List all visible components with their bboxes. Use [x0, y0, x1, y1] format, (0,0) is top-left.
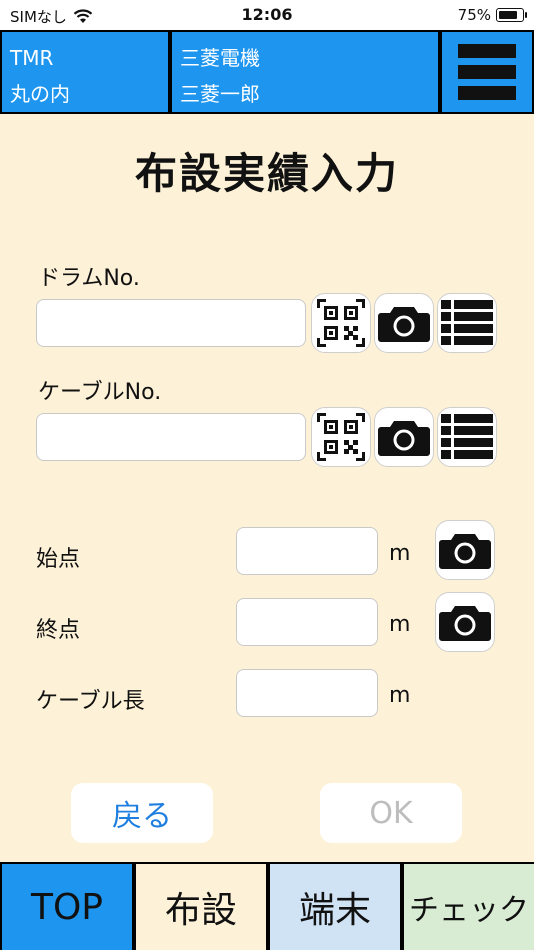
cable-camera-button[interactable] [374, 407, 434, 467]
end-unit: m [389, 612, 411, 637]
page-title: 布設実績入力 [134, 149, 399, 198]
drum-qr-button[interactable] [311, 293, 371, 353]
clock: 12:06 [241, 5, 293, 24]
tab-top[interactable]: TOP [2, 864, 132, 950]
cable-length-label: ケーブル長 [36, 689, 145, 714]
end-point-input[interactable] [236, 598, 378, 646]
tab-laying[interactable]: 布設 [136, 864, 266, 950]
start-point-input[interactable] [236, 527, 378, 575]
drum-camera-button[interactable] [374, 293, 434, 353]
cable-label: ケーブルNo. [38, 380, 162, 405]
qr-code-icon [317, 299, 365, 347]
camera-icon [378, 307, 430, 342]
hamburger-icon-bar [458, 86, 516, 100]
drum-number-input[interactable] [36, 299, 306, 347]
ok-button[interactable]: OK [320, 783, 462, 843]
drum-list-button[interactable] [437, 293, 497, 353]
hamburger-icon-bar [458, 65, 516, 79]
tab-check[interactable]: チェック [404, 864, 534, 950]
end-camera-button[interactable] [435, 592, 495, 652]
status-bar: SIMなし 12:06 75% [0, 0, 534, 30]
camera-icon [439, 606, 491, 641]
user-name: 三菱一郎 [180, 82, 260, 106]
drum-label: ドラムNo. [38, 266, 140, 291]
tab-terminal[interactable]: 端末 [270, 864, 400, 950]
end-point-label: 終点 [36, 618, 81, 643]
company-name: 三菱電機 [180, 46, 260, 70]
hamburger-icon-bar [458, 44, 516, 58]
start-unit: m [389, 541, 411, 566]
cable-list-button[interactable] [437, 407, 497, 467]
camera-icon [378, 421, 430, 456]
qr-code-icon [317, 413, 365, 461]
list-icon [441, 414, 493, 459]
list-icon [441, 300, 493, 345]
cable-length-input[interactable] [236, 669, 378, 717]
start-camera-button[interactable] [435, 520, 495, 580]
site-location: 丸の内 [10, 82, 70, 106]
bottom-tab-bar: TOP 布設 端末 チェック [0, 862, 534, 950]
start-point-label: 始点 [36, 547, 81, 572]
cable-qr-button[interactable] [311, 407, 371, 467]
user-info: 三菱電機 三菱一郎 [172, 32, 438, 112]
site-code: TMR [10, 46, 54, 70]
length-unit: m [389, 683, 411, 708]
battery-percent: 75% [457, 6, 491, 24]
camera-icon [439, 534, 491, 569]
site-info: TMR 丸の内 [2, 32, 168, 112]
cable-number-input[interactable] [36, 413, 306, 461]
back-button[interactable]: 戻る [71, 783, 213, 843]
menu-button[interactable] [442, 32, 532, 112]
app-header: TMR 丸の内 三菱電機 三菱一郎 [0, 30, 534, 114]
battery-group: 75% [457, 6, 527, 24]
battery-icon [496, 8, 527, 22]
